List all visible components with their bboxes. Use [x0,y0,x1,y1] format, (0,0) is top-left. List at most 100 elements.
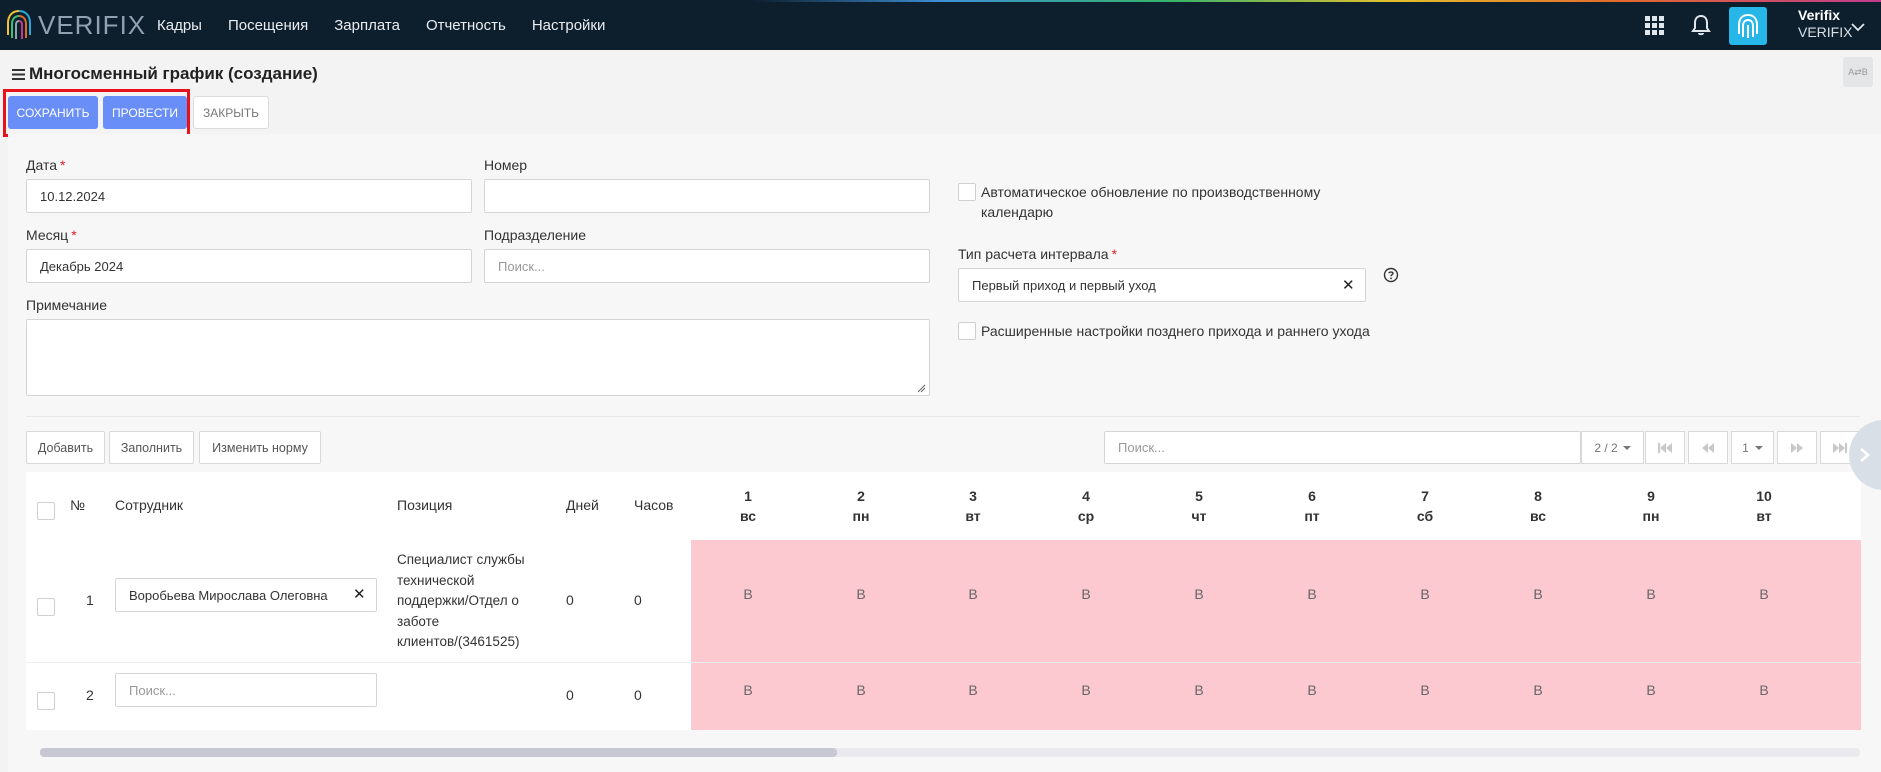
days-cell: 0 [566,687,574,703]
note-textarea[interactable] [26,319,930,396]
nav-item-hr[interactable]: Кадры [157,17,202,34]
required-mark: * [71,227,77,243]
day-header: 9 пн [1631,486,1671,526]
day-header: 3 вт [953,486,993,526]
schedule-cell[interactable]: В [1636,682,1666,698]
verifix-logo[interactable]: VERIFIX [6,8,146,42]
schedule-cell[interactable]: В [1297,586,1327,602]
apps-grid-icon[interactable] [1642,13,1666,37]
month-label-text: Месяц [26,227,69,243]
menu-icon[interactable] [12,68,25,80]
row-checkbox[interactable] [37,598,55,616]
day-number: 6 [1308,488,1316,504]
schedule-cell[interactable]: В [733,586,763,602]
day-header: 4 ср [1066,486,1106,526]
day-weekday: пн [1642,508,1660,524]
schedule-cell[interactable]: В [1184,586,1214,602]
schedule-cell[interactable]: В [1523,682,1553,698]
schedule-cell[interactable]: В [1749,586,1779,602]
employee-select[interactable]: Воробьева Мирослава Олеговна [115,578,377,612]
auto-update-checkbox[interactable] [958,183,976,201]
schedule-cell[interactable]: В [1071,586,1101,602]
main-nav: Кадры Посещения Зарплата Отчетность Наст… [157,0,631,50]
prev-page-icon [1702,442,1714,453]
column-header-employee[interactable]: Сотрудник [115,497,183,513]
row-checkbox[interactable] [37,692,55,710]
scrollbar-thumb[interactable] [40,748,837,757]
schedule-cell[interactable]: В [1749,682,1779,698]
row-separator [26,662,1861,663]
page-number-dropdown[interactable]: 1 [1731,431,1774,464]
table-search-input[interactable]: Поиск... [1104,431,1581,464]
schedule-cell[interactable]: В [1523,586,1553,602]
prev-page-button[interactable] [1688,431,1728,464]
date-label: Дата * [26,157,65,173]
schedule-cell[interactable]: В [1297,682,1327,698]
interval-type-value: Первый приход и первый уход [972,277,1156,293]
division-search-input[interactable]: Поиск... [484,249,930,283]
first-page-button[interactable] [1645,431,1685,464]
schedule-cell[interactable]: В [846,682,876,698]
day-header: 8 вс [1518,486,1558,526]
month-field[interactable]: Декабрь 2024 [26,249,472,283]
day-number: 5 [1195,488,1203,504]
nav-item-settings[interactable]: Настройки [532,17,606,34]
resize-grip-icon[interactable] [917,384,926,393]
nav-item-reports[interactable]: Отчетность [426,17,506,34]
user-menu[interactable]: Verifix VERIFIX [1798,7,1852,41]
add-button[interactable]: Добавить [26,431,105,464]
employee-search-input[interactable]: Поиск... [115,673,377,707]
month-label: Месяц * [26,227,77,243]
top-navigation-bar: VERIFIX Кадры Посещения Зарплата Отчетно… [0,0,1881,50]
help-icon[interactable] [1383,267,1399,283]
schedule-cell[interactable]: В [1071,682,1101,698]
schedule-cell[interactable]: В [1636,586,1666,602]
column-header-position[interactable]: Позиция [397,497,452,513]
clear-interval-icon[interactable]: ✕ [1342,276,1355,294]
schedule-cell[interactable]: В [958,586,988,602]
translate-button[interactable]: A⇄B [1843,57,1873,87]
bell-icon[interactable] [1689,13,1713,37]
day-number: 2 [857,488,865,504]
page-title: Многосменный график (создание) [12,64,318,84]
select-all-checkbox[interactable] [37,502,55,520]
chevron-down-icon[interactable] [1851,22,1865,32]
day-header: 5 чт [1179,486,1219,526]
schedule-cell[interactable]: В [1410,586,1440,602]
avatar[interactable] [1729,7,1767,45]
day-number: 9 [1647,488,1655,504]
horizontal-scrollbar[interactable] [40,748,1860,757]
nav-item-payroll[interactable]: Зарплата [334,17,400,34]
auto-update-label: Автоматическое обновление по производств… [981,184,1321,220]
extended-settings-checkbox[interactable] [958,322,976,340]
hours-cell: 0 [634,592,642,608]
schedule-cell[interactable]: В [1184,682,1214,698]
day-weekday: сб [1416,508,1434,524]
fill-button[interactable]: Заполнить [109,431,194,464]
row-number: 2 [86,687,94,703]
schedule-cell[interactable]: В [1410,682,1440,698]
page-info: 2 / 2 [1594,440,1618,455]
schedule-cell[interactable]: В [846,586,876,602]
schedule-cell[interactable]: В [733,682,763,698]
interval-type-select[interactable]: Первый приход и первый уход [958,268,1366,302]
date-field[interactable]: 10.12.2024 [26,179,472,213]
day-weekday: ср [1077,508,1095,524]
schedule-cell[interactable]: В [958,682,988,698]
column-header-number: № [70,497,86,513]
change-norm-button[interactable]: Изменить норму [199,431,321,464]
next-page-button[interactable] [1777,431,1817,464]
day-number: 10 [1756,488,1772,504]
day-weekday: вс [1529,508,1547,524]
day-weekday: чт [1191,508,1207,524]
employee-placeholder: Поиск... [129,682,176,698]
nav-item-attendance[interactable]: Посещения [228,17,308,34]
fingerprint-logo-icon [7,10,31,39]
day-number: 8 [1534,488,1542,504]
number-field[interactable] [484,179,930,213]
interval-type-label-text: Тип расчета интервала [958,246,1109,262]
page-size-dropdown[interactable]: 2 / 2 [1581,431,1644,464]
days-cell: 0 [566,592,574,608]
clear-employee-icon[interactable]: ✕ [353,585,366,603]
close-button[interactable]: ЗАКРЫТЬ [193,96,269,129]
